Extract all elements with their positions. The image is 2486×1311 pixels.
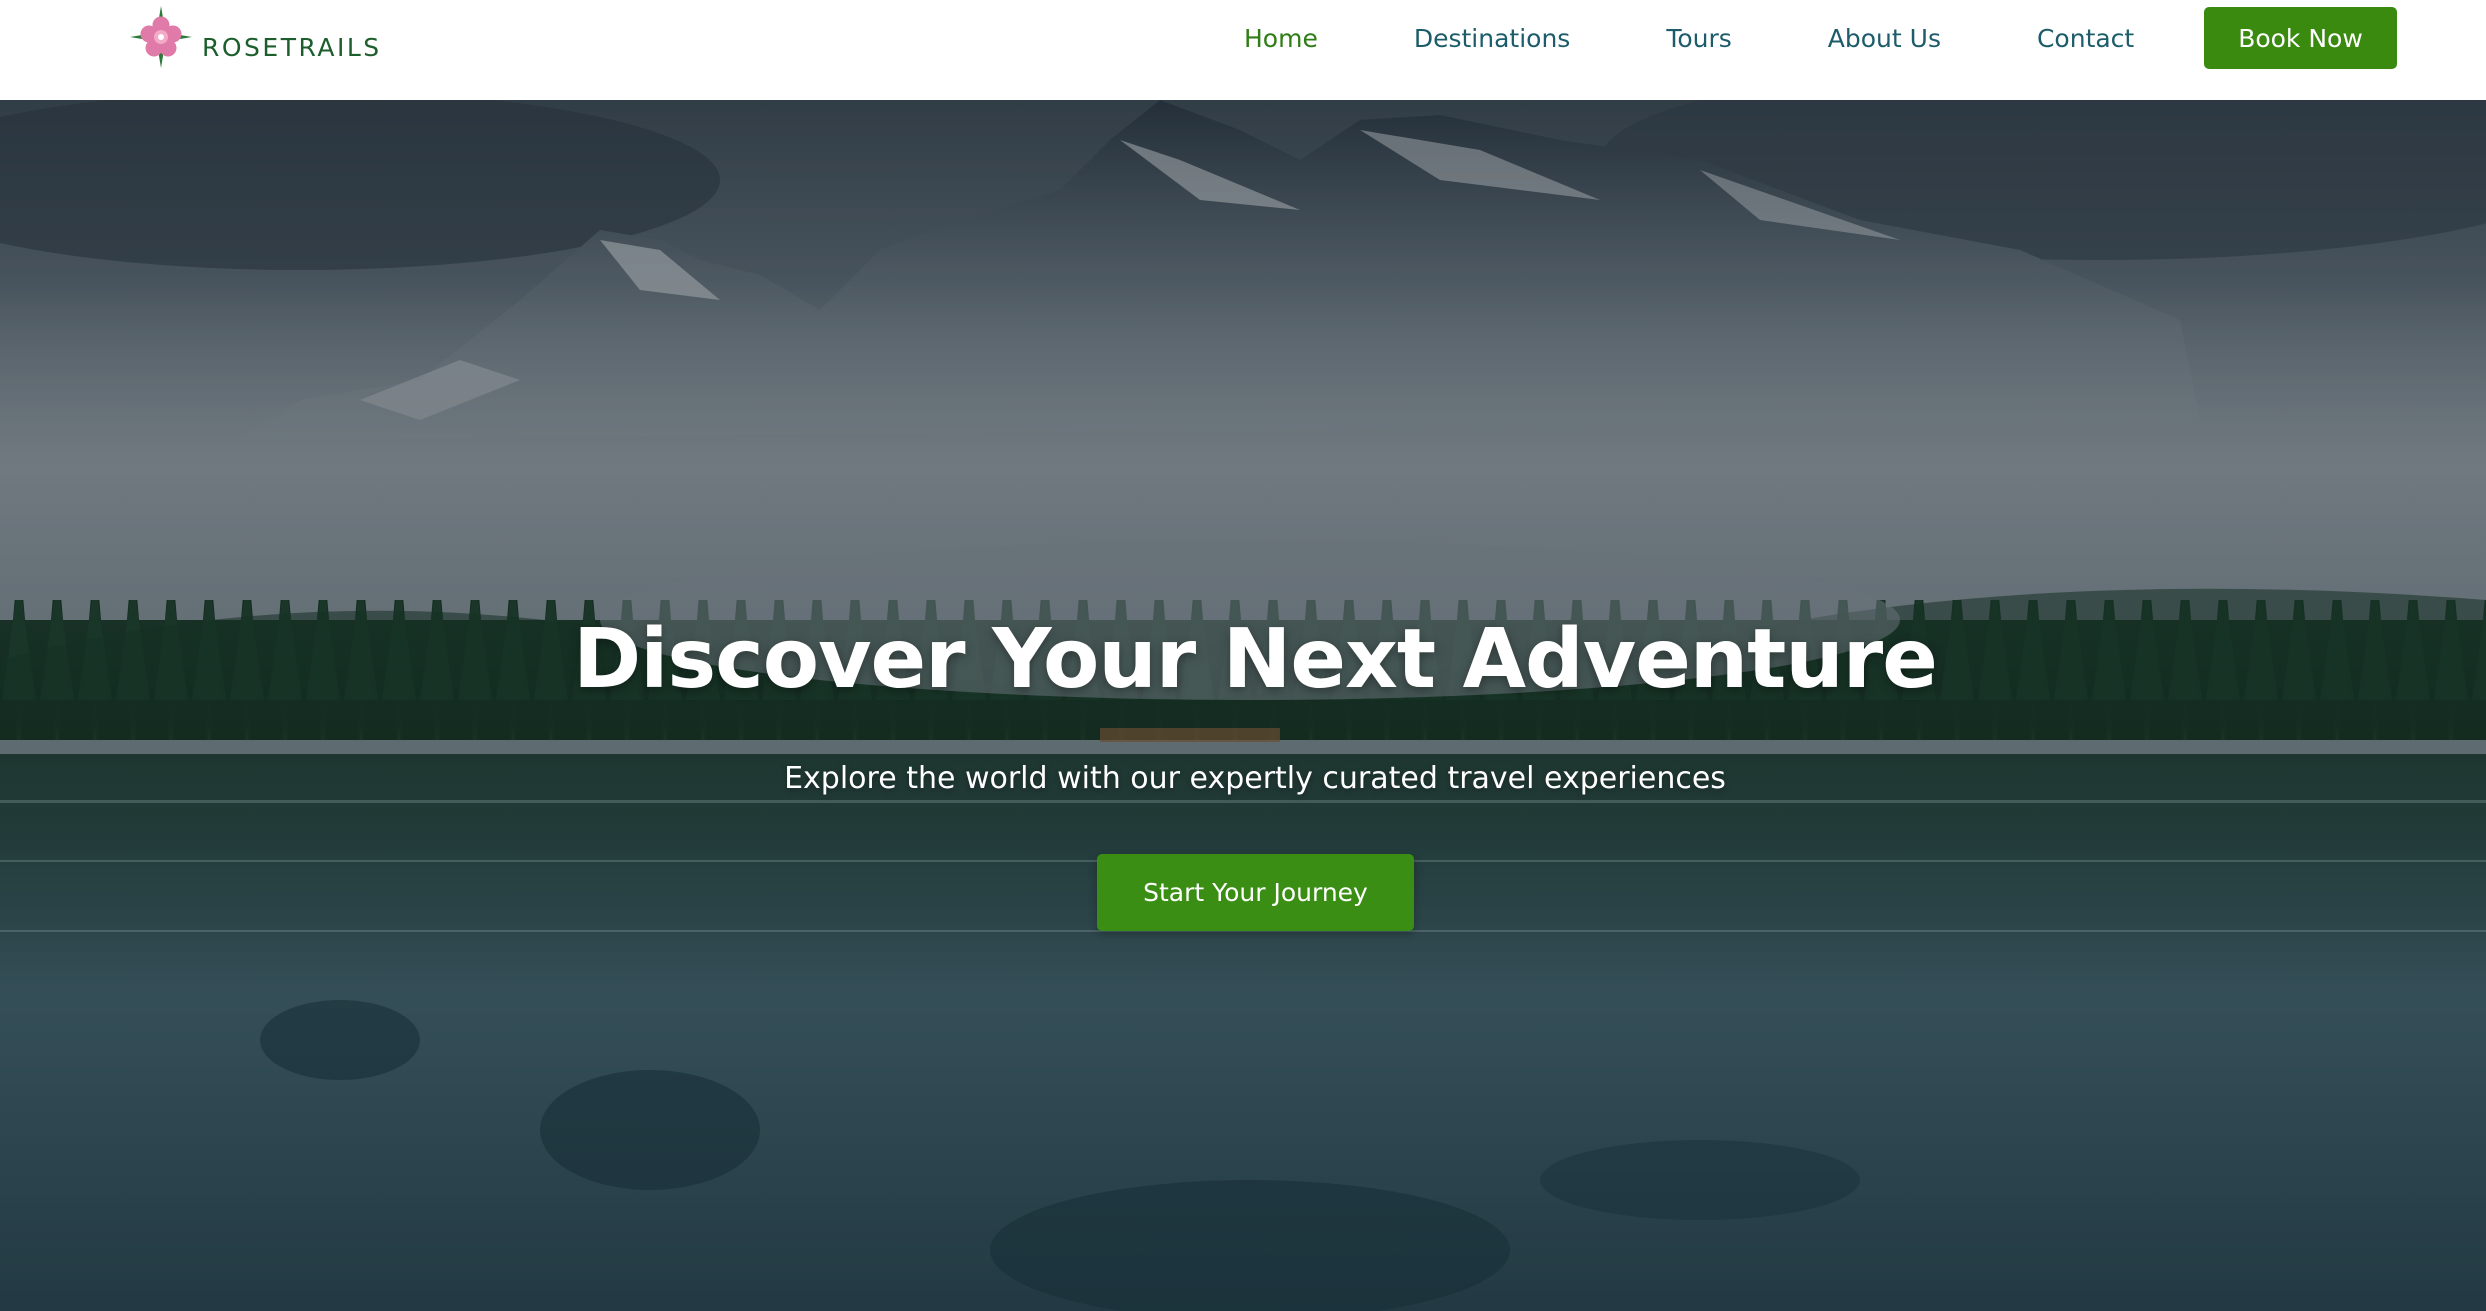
compass-rose-flower-icon bbox=[130, 6, 192, 68]
brand-logo-link[interactable]: ROSETRAILS bbox=[128, 4, 382, 70]
book-now-button[interactable]: Book Now bbox=[2204, 7, 2397, 69]
hero-title: Discover Your Next Adventure bbox=[573, 612, 1938, 707]
hero-section: Discover Your Next Adventure Explore the… bbox=[0, 100, 2486, 1311]
top-navigation-bar: ROSETRAILS Home Destinations Tours About… bbox=[0, 0, 2486, 100]
nav-link-destinations[interactable]: Destinations bbox=[1414, 24, 1570, 53]
nav-link-tours[interactable]: Tours bbox=[1666, 24, 1731, 53]
nav-link-about-us[interactable]: About Us bbox=[1828, 24, 1941, 53]
start-your-journey-button[interactable]: Start Your Journey bbox=[1097, 854, 1414, 931]
nav-link-home[interactable]: Home bbox=[1244, 24, 1318, 53]
brand-name: ROSETRAILS bbox=[202, 32, 382, 62]
hero-subtitle: Explore the world with our expertly cura… bbox=[784, 761, 1726, 796]
hero-content: Discover Your Next Adventure Explore the… bbox=[0, 100, 2486, 1311]
nav-link-contact[interactable]: Contact bbox=[2037, 24, 2134, 53]
main-menu: Home Destinations Tours About Us Contact bbox=[1196, 0, 2182, 76]
